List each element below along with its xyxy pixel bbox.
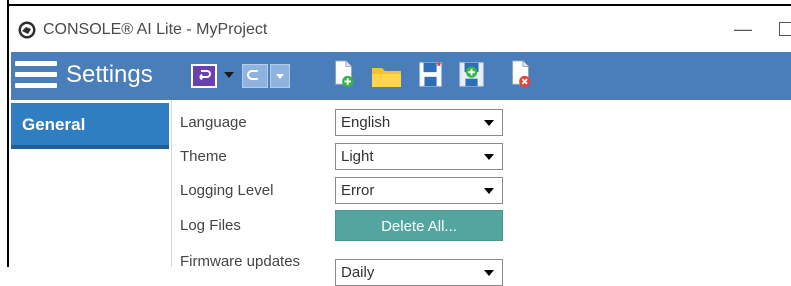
window-title: CONSOLE® AI Lite - MyProject: [43, 21, 268, 38]
firmware-updates-row: Firmware updates Daily: [172, 245, 791, 286]
window-border-left: [0, 0, 9, 267]
chevron-down-icon: [484, 270, 494, 276]
save-icon[interactable]: *: [418, 60, 444, 88]
chevron-down-icon: [484, 120, 494, 126]
settings-panel: Language English Theme Light Logging Lev…: [172, 100, 791, 286]
chevron-down-icon: [276, 74, 284, 79]
chevron-down-icon: [484, 154, 494, 160]
minimize-button[interactable]: —: [729, 19, 757, 41]
delete-all-logs-button[interactable]: Delete All...: [335, 210, 503, 241]
logging-level-row: Logging Level Error: [172, 174, 791, 206]
undo-dropdown-icon[interactable]: [224, 72, 234, 78]
language-label: Language: [180, 114, 247, 131]
sidebar-item-general[interactable]: General: [11, 103, 169, 149]
logging-level-select[interactable]: Error: [335, 177, 503, 204]
redo-button[interactable]: [242, 64, 268, 88]
logging-level-label: Logging Level: [180, 182, 274, 199]
logging-level-value: Error: [341, 182, 375, 199]
hamburger-menu-icon[interactable]: [15, 61, 57, 91]
app-logo-icon: [18, 21, 36, 39]
selected-indicator: [11, 145, 169, 149]
window-border-top: [0, 0, 791, 6]
theme-row: Theme Light: [172, 140, 791, 172]
language-value: English: [341, 114, 391, 131]
open-folder-icon[interactable]: [371, 62, 403, 90]
log-files-label: Log Files: [180, 217, 241, 234]
svg-text:*: *: [437, 60, 442, 72]
settings-sidebar: General: [11, 100, 172, 267]
close-document-icon[interactable]: [509, 60, 533, 88]
language-row: Language English: [172, 106, 791, 138]
firmware-updates-select[interactable]: Daily: [335, 259, 503, 286]
theme-label: Theme: [180, 148, 227, 165]
page-title: Settings: [66, 61, 153, 88]
sidebar-item-label: General: [22, 115, 86, 134]
app-window: CONSOLE® AI Lite - MyProject — Settings: [0, 0, 791, 286]
chevron-down-icon: [484, 188, 494, 194]
redo-dropdown-button[interactable]: [270, 64, 290, 88]
add-icon[interactable]: [458, 60, 486, 88]
log-files-row: Log Files Delete All...: [172, 209, 791, 241]
maximize-button[interactable]: [779, 22, 791, 36]
theme-value: Light: [341, 148, 374, 165]
language-select[interactable]: English: [335, 109, 503, 136]
undo-button[interactable]: [191, 64, 217, 88]
firmware-updates-label: Firmware updates: [180, 253, 301, 270]
title-bar: CONSOLE® AI Lite - MyProject —: [11, 8, 791, 52]
undo-icon: [199, 70, 211, 81]
redo-icon: [247, 70, 258, 80]
new-document-icon[interactable]: [332, 60, 356, 88]
toolbar: Settings *: [11, 52, 791, 100]
theme-select[interactable]: Light: [335, 143, 503, 170]
